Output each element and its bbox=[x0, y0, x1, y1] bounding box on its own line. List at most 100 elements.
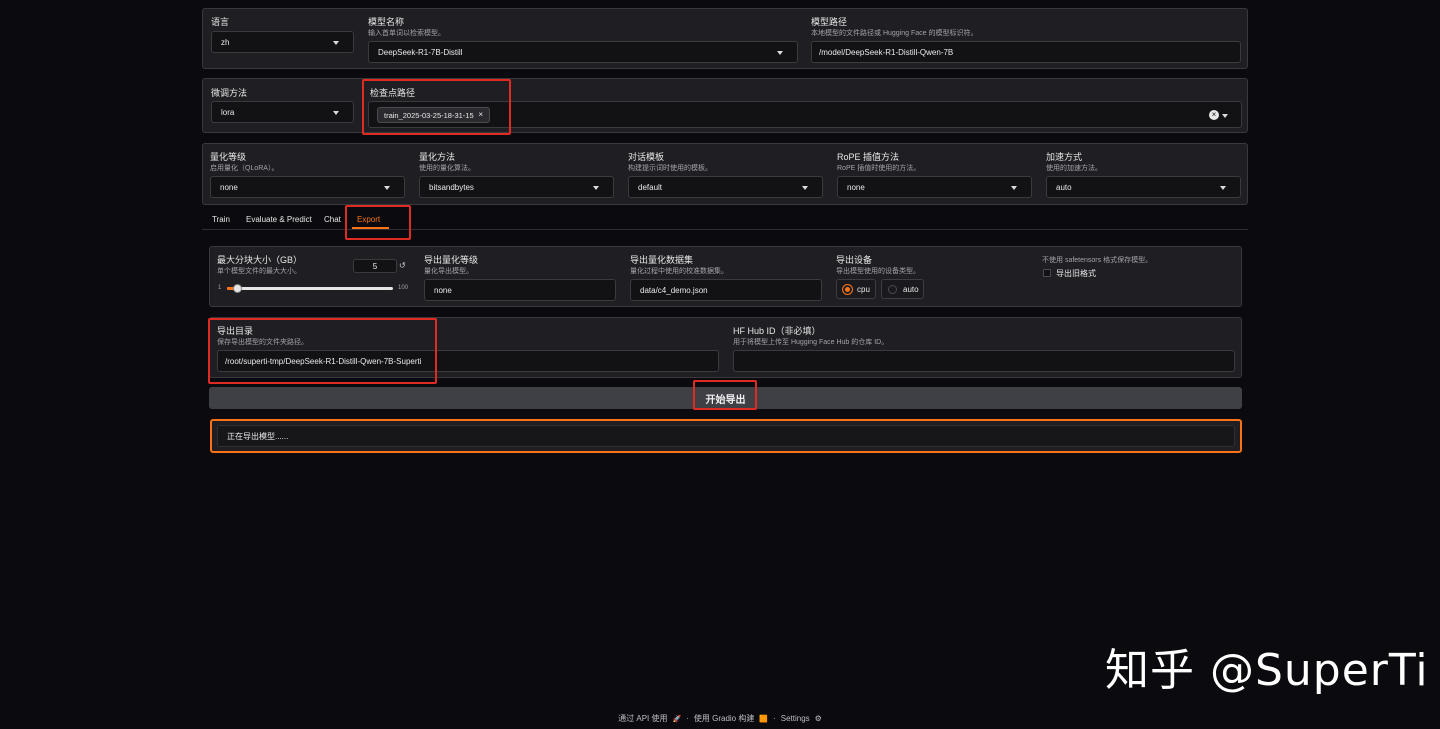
export-quant-bit-input[interactable]: none bbox=[424, 279, 616, 301]
tab-train[interactable]: Train bbox=[212, 215, 230, 224]
checkpoint-path-multiselect[interactable]: train_2025-03-25-18-31-15 × × bbox=[368, 101, 1242, 128]
hub-id-input[interactable] bbox=[733, 350, 1235, 372]
finetune-method-value: lora bbox=[221, 107, 235, 117]
settings-link[interactable]: Settings bbox=[781, 714, 810, 723]
quant-bit-value: none bbox=[220, 182, 238, 192]
export-target-panel: 导出目录 保存导出模型的文件夹路径。 /root/superti-tmp/Dee… bbox=[209, 317, 1242, 378]
export-dataset-label: 导出量化数据集 bbox=[630, 255, 694, 265]
language-value: zh bbox=[221, 37, 230, 47]
model-name-dropdown[interactable]: DeepSeek-R1-7B-Distill bbox=[368, 41, 798, 63]
radio-unselected-icon bbox=[888, 284, 897, 294]
gear-icon[interactable]: ⚙ bbox=[815, 714, 822, 723]
export-dir-label: 导出目录 bbox=[217, 326, 254, 336]
finetune-method-label: 微调方法 bbox=[211, 88, 248, 98]
shard-size-label: 最大分块大小（GB） bbox=[217, 255, 303, 265]
chevron-down-icon bbox=[333, 111, 339, 115]
template-value: default bbox=[638, 182, 663, 192]
template-hint: 构建提示词时使用的模板。 bbox=[628, 165, 712, 172]
language-dropdown[interactable]: zh bbox=[211, 31, 354, 53]
status-output-panel: 正在导出模型...... bbox=[210, 419, 1242, 453]
radio-selected-icon bbox=[843, 284, 852, 294]
start-export-label: 开始导出 bbox=[705, 394, 746, 406]
footer-separator: · bbox=[773, 714, 776, 723]
quant-bit-dropdown[interactable]: none bbox=[210, 176, 405, 198]
legacy-format-checkbox[interactable] bbox=[1043, 269, 1051, 277]
chevron-down-icon bbox=[333, 41, 339, 45]
quant-method-value: bitsandbytes bbox=[429, 182, 474, 192]
chip-close-icon[interactable]: × bbox=[478, 110, 483, 119]
export-quant-bit-hint: 量化导出模型。 bbox=[424, 268, 473, 275]
shard-size-value: 5 bbox=[372, 261, 378, 271]
rope-hint: RoPE 插值时使用的方法。 bbox=[837, 165, 921, 172]
shard-size-input[interactable]: 5 bbox=[353, 259, 397, 273]
booster-value: auto bbox=[1056, 182, 1072, 192]
footer-separator: · bbox=[686, 714, 689, 723]
chevron-down-icon[interactable] bbox=[1222, 114, 1228, 118]
tab-divider bbox=[202, 229, 1248, 230]
chevron-down-icon bbox=[384, 186, 390, 190]
device-option-auto[interactable]: auto bbox=[881, 279, 924, 299]
booster-hint: 使用的加速方法。 bbox=[1046, 165, 1102, 172]
export-dir-input[interactable]: /root/superti-tmp/DeepSeek-R1-Distill-Qw… bbox=[217, 350, 719, 372]
rocket-icon: 🚀 bbox=[672, 715, 682, 723]
checkpoint-chip[interactable]: train_2025-03-25-18-31-15 × bbox=[377, 107, 490, 123]
export-device-hint: 导出模型使用的设备类型。 bbox=[836, 268, 920, 275]
export-dataset-hint: 量化过程中使用的校准数据集。 bbox=[630, 268, 728, 275]
use-via-api-link[interactable]: 通过 API 使用 bbox=[618, 713, 667, 724]
quant-bit-hint: 启用量化（QLoRA）。 bbox=[210, 165, 279, 172]
model-settings-panel: 语言 zh 模型名称 输入首单词以检索模型。 DeepSeek-R1-7B-Di… bbox=[202, 8, 1248, 69]
quant-bit-label: 量化等级 bbox=[210, 152, 247, 162]
booster-dropdown[interactable]: auto bbox=[1046, 176, 1241, 198]
rope-label: RoPE 插值方法 bbox=[837, 152, 900, 162]
built-with-gradio-link[interactable]: 使用 Gradio 构建 bbox=[694, 713, 754, 724]
rope-value: none bbox=[847, 182, 865, 192]
device-option-cpu-label: cpu bbox=[857, 284, 870, 294]
start-export-button[interactable]: 开始导出 bbox=[209, 387, 1242, 409]
watermark: 知乎 @SuperTi bbox=[1105, 645, 1429, 696]
tab-evaluate-predict[interactable]: Evaluate & Predict bbox=[246, 215, 312, 224]
hub-id-label: HF Hub ID（非必填） bbox=[733, 326, 821, 336]
checkpoint-chip-label: train_2025-03-25-18-31-15 bbox=[384, 110, 474, 120]
gradio-logo-icon: 🟧 bbox=[759, 715, 769, 723]
model-name-value: DeepSeek-R1-7B-Distill bbox=[378, 47, 463, 57]
language-label: 语言 bbox=[211, 17, 230, 27]
hub-id-hint: 用于将模型上传至 Hugging Face Hub 的仓库 ID。 bbox=[733, 339, 889, 346]
model-path-input[interactable]: /model/DeepSeek-R1-Distill-Qwen-7B bbox=[811, 41, 1241, 63]
model-path-label: 模型路径 bbox=[811, 17, 848, 27]
model-name-label: 模型名称 bbox=[368, 17, 405, 27]
reset-icon[interactable]: ↺ bbox=[399, 261, 406, 270]
slider-min-label: 1 bbox=[218, 285, 222, 291]
export-quant-bit-value: none bbox=[434, 285, 452, 295]
model-name-hint: 输入首单词以检索模型。 bbox=[368, 30, 445, 37]
template-label: 对话模板 bbox=[628, 152, 665, 162]
slider-max-label: 100 bbox=[398, 285, 409, 291]
export-quant-bit-label: 导出量化等级 bbox=[424, 255, 479, 265]
finetune-method-dropdown[interactable]: lora bbox=[211, 101, 354, 123]
status-output-box: 正在导出模型...... bbox=[217, 425, 1235, 447]
chevron-down-icon bbox=[1220, 186, 1226, 190]
export-dir-hint: 保存导出模型的文件夹路径。 bbox=[217, 339, 308, 346]
quant-method-dropdown[interactable]: bitsandbytes bbox=[419, 176, 614, 198]
rope-dropdown[interactable]: none bbox=[837, 176, 1032, 198]
shard-size-slider[interactable] bbox=[227, 284, 393, 293]
legacy-format-label: 导出旧格式 bbox=[1056, 269, 1096, 278]
model-path-hint: 本地模型的文件路径或 Hugging Face 的模型标识符。 bbox=[811, 30, 978, 37]
quant-method-label: 量化方法 bbox=[419, 152, 456, 162]
tab-chat[interactable]: Chat bbox=[324, 215, 341, 224]
booster-label: 加速方式 bbox=[1046, 152, 1083, 162]
export-dir-value: /root/superti-tmp/DeepSeek-R1-Distill-Qw… bbox=[225, 356, 422, 366]
model-path-value: /model/DeepSeek-R1-Distill-Qwen-7B bbox=[819, 47, 954, 57]
footer: 通过 API 使用 🚀 · 使用 Gradio 构建 🟧 · Settings … bbox=[0, 713, 1440, 724]
chevron-down-icon bbox=[802, 186, 808, 190]
export-dataset-input[interactable]: data/c4_demo.json bbox=[630, 279, 822, 301]
finetune-panel: 微调方法 lora 检查点路径 train_2025-03-25-18-31-1… bbox=[202, 78, 1248, 133]
chevron-down-icon bbox=[777, 51, 783, 55]
checkpoint-path-label: 检查点路径 bbox=[370, 88, 416, 98]
tab-export[interactable]: Export bbox=[357, 215, 380, 224]
device-option-cpu[interactable]: cpu bbox=[836, 279, 876, 299]
clear-icon[interactable]: × bbox=[1209, 110, 1219, 120]
slider-thumb[interactable] bbox=[232, 284, 242, 293]
template-dropdown[interactable]: default bbox=[628, 176, 823, 198]
shard-size-hint: 单个模型文件的最大大小。 bbox=[217, 268, 301, 275]
status-output-text: 正在导出模型...... bbox=[227, 431, 289, 441]
